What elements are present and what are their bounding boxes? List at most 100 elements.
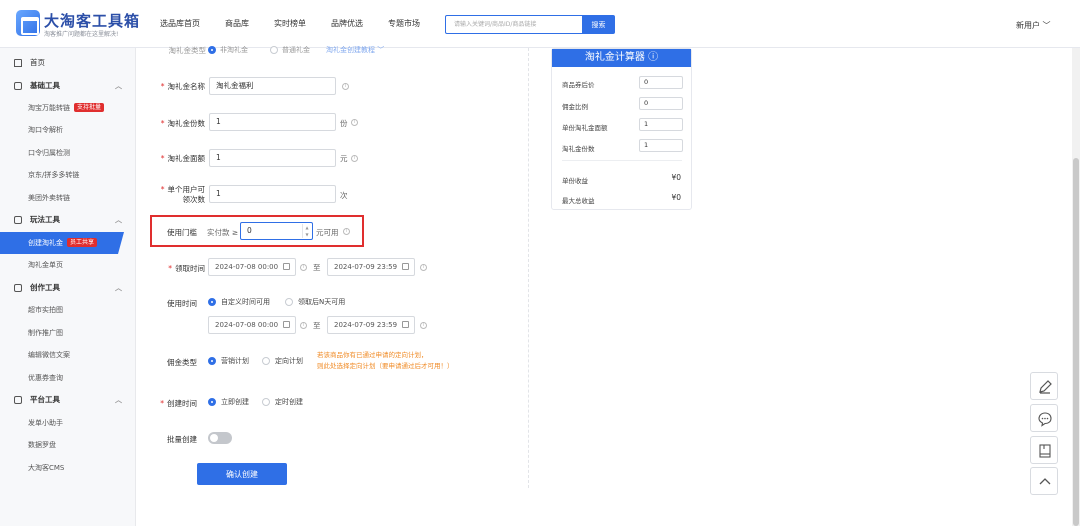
tlj-count-input[interactable]: 1 [209,113,336,131]
chat-bubble-icon [1038,412,1052,427]
tlj-amount-label: * 淘礼金面额 [160,154,205,163]
info-icon[interactable]: i [300,322,307,329]
info-icon[interactable]: i [420,322,427,329]
info-icon[interactable]: i [343,228,350,235]
info-icon[interactable]: i [351,155,358,162]
home-icon [14,59,22,67]
info-icon[interactable]: i [300,264,307,271]
chat-tool-button[interactable] [1030,404,1058,432]
sidebar-item-create-tlj[interactable]: 创建淘礼金 员工共享 [0,232,124,254]
batch-create-label: 批量创建 [167,435,197,444]
sidebar-group-platform[interactable]: 平台工具 ︿ [0,389,136,411]
use-to: 至 [313,321,321,330]
search-input[interactable]: 请输入关键词/商品ID/商品链接 [445,15,583,34]
confirm-create-button[interactable]: 确认创建 [197,463,287,485]
claim-end-date[interactable]: 2024-07-09 23:59 [327,258,415,276]
radio-directed-plan[interactable] [262,357,270,365]
toolbox-logo-icon[interactable] [16,10,40,36]
calc-max-income-label: 最大总收益 [562,197,595,205]
radio-non-tlj-label: 非淘礼金 [220,46,248,54]
sidebar-item-taobao-link[interactable]: 淘宝万能转链 支持批量 [0,97,136,119]
radio-normal-tlj[interactable] [270,46,278,54]
sidebar-group-create[interactable]: 创作工具 ︿ [0,277,136,299]
calc-input-unit-amount[interactable]: 1 [639,118,683,131]
calendar-icon [283,321,290,328]
claim-time-label: * 领取时间 [168,264,205,273]
nav-item-home[interactable]: 选品库首页 [160,18,200,29]
sidebar-item-data-compass[interactable]: 数据罗盘 [0,434,136,456]
calc-input-count[interactable]: 1 [639,139,683,152]
sidebar-item-coupon-query[interactable]: 优惠券查询 [0,367,136,389]
radio-after-n-days[interactable] [285,298,293,306]
threshold-suffix: 元可用 [316,228,339,237]
tutorial-link[interactable]: 淘礼金创建教程 ﹀ [326,45,384,55]
sidebar-item-cms[interactable]: 大淘客CMS [0,457,136,479]
commission-note-2: 则此处选择定向计划（要申请通过后才可用！） [317,362,454,370]
sidebar-group-play[interactable]: 玩法工具 ︿ [0,209,136,231]
sidebar-item-market-photo[interactable]: 超市实拍图 [0,299,136,321]
use-time-label: 使用时间 [167,299,197,308]
chevron-up-icon: ︿ [115,284,122,292]
nav-item-products[interactable]: 商品库 [225,18,249,29]
info-icon[interactable]: i [351,119,358,126]
edit-tool-button[interactable] [1030,372,1058,400]
radio-marketing-plan[interactable] [208,357,216,365]
radio-non-tlj[interactable] [208,46,216,54]
back-to-top-button[interactable] [1030,467,1058,495]
tlj-name-input[interactable]: 淘礼金福利 [209,77,336,95]
radio-custom-time[interactable] [208,298,216,306]
radio-create-scheduled-label: 定时创建 [275,398,303,406]
user-menu[interactable]: 新用户 ﹀ [1016,20,1051,31]
per-user-unit: 次 [340,191,348,200]
info-icon[interactable]: i [420,264,427,271]
info-icon[interactable]: i [342,83,349,90]
per-user-label: * 单个用户可 领次数 [160,185,205,204]
book-icon [1039,444,1051,458]
sidebar-item-promo-image[interactable]: 制作推广图 [0,322,136,344]
threshold-stepper[interactable]: 0 ▲ ▼ [240,222,313,240]
pencil-icon [1039,380,1052,394]
calc-input-commission[interactable]: 0 [639,97,683,110]
top-nav: 选品库首页 商品库 实时榜单 品牌优选 专题市场 [160,18,445,29]
book-tool-button[interactable] [1030,436,1058,464]
scrollbar-thumb[interactable] [1073,158,1079,526]
amount-unit: 元 [340,154,348,163]
per-user-input[interactable]: 1 [209,185,336,203]
image-icon [14,284,22,292]
use-end-date[interactable]: 2024-07-09 23:59 [327,316,415,334]
tlj-name-label: * 淘礼金名称 [160,82,205,91]
radio-create-scheduled[interactable] [262,398,270,406]
chevron-up-icon: ︿ [115,82,122,90]
sidebar: 首页 基础工具 ︿ 淘宝万能转链 支持批量 淘口令解析 口令归属检测 京东/拼多多… [0,48,136,526]
main-panel: 淘礼金类型 非淘礼金 普通礼金 淘礼金创建教程 ﹀ * 淘礼金名称 淘礼金福利 i… [136,45,1080,526]
page-scrollbar[interactable] [1072,48,1080,526]
count-unit: 份 [340,119,348,128]
sidebar-item-wechat-copy[interactable]: 编辑微信文案 [0,344,136,366]
radio-create-now-label: 立即创建 [221,398,249,406]
calc-input-price[interactable]: 0 [639,76,683,89]
claim-to: 至 [313,263,321,272]
batch-create-toggle[interactable] [208,432,232,444]
sidebar-group-basic[interactable]: 基础工具 ︿ [0,75,136,97]
claim-start-date[interactable]: 2024-07-08 00:00 [208,258,296,276]
sidebar-item-code-parse[interactable]: 淘口令解析 [0,119,136,141]
brand-title[interactable]: 大淘客工具箱 [44,10,140,31]
sidebar-item-home[interactable]: 首页 [0,52,136,74]
sidebar-item-order-helper[interactable]: 发单小助手 [0,412,136,434]
sidebar-item-jd-pdd[interactable]: 京东/拼多多转链 [0,164,136,186]
calendar-icon [14,216,22,224]
sidebar-item-code-check[interactable]: 口令归属检测 [0,142,136,164]
sidebar-item-meituan[interactable]: 美团外卖转链 [0,187,136,209]
calc-label-count: 淘礼金份数 [562,145,595,153]
use-start-date[interactable]: 2024-07-08 00:00 [208,316,296,334]
tlj-amount-input[interactable]: 1 [209,149,336,167]
radio-create-now[interactable] [208,398,216,406]
stepper-arrows-icon[interactable]: ▲ ▼ [302,224,311,238]
nav-item-brands[interactable]: 品牌优选 [331,18,363,29]
nav-item-topics[interactable]: 专题市场 [388,18,420,29]
sidebar-item-tlj-page[interactable]: 淘礼金单页 [0,254,136,276]
tlj-type-label: 淘礼金类型 [168,46,207,55]
chevron-up-icon [1039,478,1051,485]
search-button[interactable]: 搜索 [582,15,615,34]
nav-item-rankings[interactable]: 实时榜单 [274,18,306,29]
